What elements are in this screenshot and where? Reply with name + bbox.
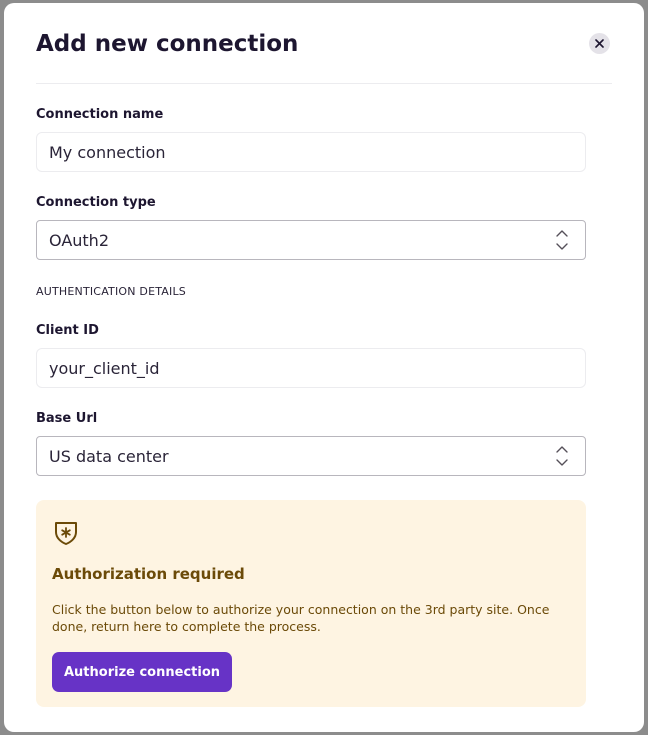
close-button[interactable]	[589, 33, 610, 54]
client-id-label: Client ID	[36, 323, 99, 338]
close-icon	[595, 39, 604, 48]
base-url-value: US data center	[49, 446, 169, 466]
shield-star-icon	[55, 522, 77, 545]
connection-name-label: Connection name	[36, 107, 164, 122]
authorization-notice: Authorization required Click the button …	[36, 500, 586, 707]
authorize-connection-button[interactable]: Authorize connection	[52, 652, 232, 692]
connection-name-input[interactable]	[36, 132, 586, 172]
base-url-label: Base Url	[36, 411, 98, 426]
modal-title: Add new connection	[36, 31, 299, 57]
base-url-select[interactable]: US data center	[36, 436, 586, 476]
header-divider	[36, 83, 612, 84]
chevron-up-down-icon	[555, 444, 569, 468]
connection-type-label: Connection type	[36, 195, 156, 210]
notice-title: Authorization required	[52, 565, 245, 583]
authentication-details-heading: AUTHENTICATION DETAILS	[36, 285, 186, 298]
add-connection-modal: Add new connection Connection name Conne…	[4, 3, 644, 732]
connection-type-select[interactable]: OAuth2	[36, 220, 586, 260]
chevron-up-down-icon	[555, 228, 569, 252]
client-id-input[interactable]	[36, 348, 586, 388]
connection-type-value: OAuth2	[49, 230, 109, 250]
notice-text: Click the button below to authorize your…	[52, 602, 550, 634]
